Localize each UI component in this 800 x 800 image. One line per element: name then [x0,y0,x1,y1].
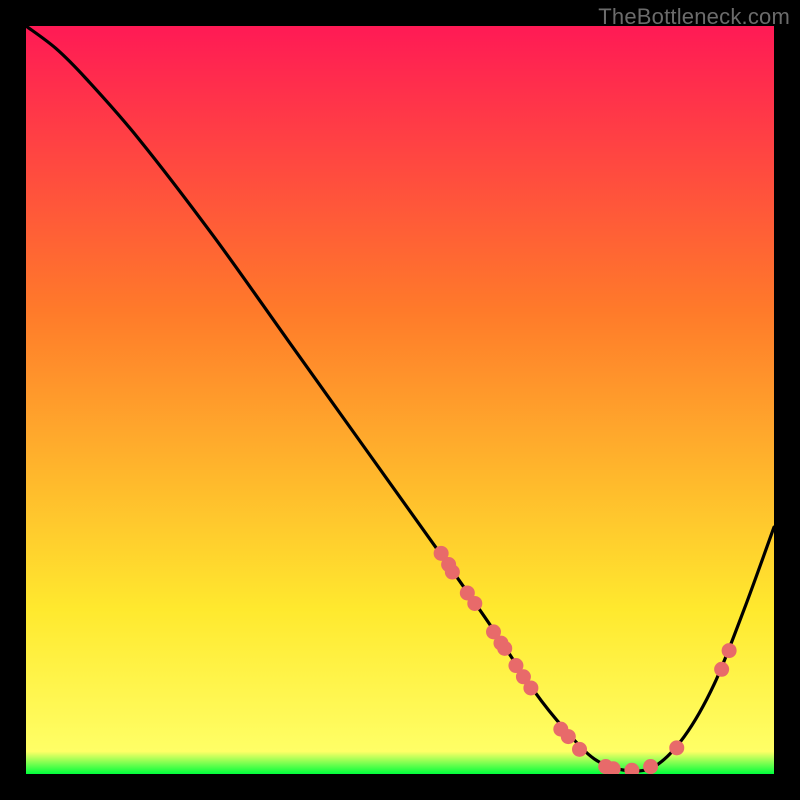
watermark-text: TheBottleneck.com [598,4,790,30]
data-dot [572,742,587,757]
data-dot [714,662,729,677]
data-dot [643,759,658,774]
data-dot [497,641,512,656]
data-dot [722,643,737,658]
bottleneck-chart [26,26,774,774]
data-dot [523,680,538,695]
chart-frame [26,26,774,774]
data-dot [561,729,576,744]
data-dot [445,565,460,580]
data-dot [669,740,684,755]
data-dot [467,596,482,611]
